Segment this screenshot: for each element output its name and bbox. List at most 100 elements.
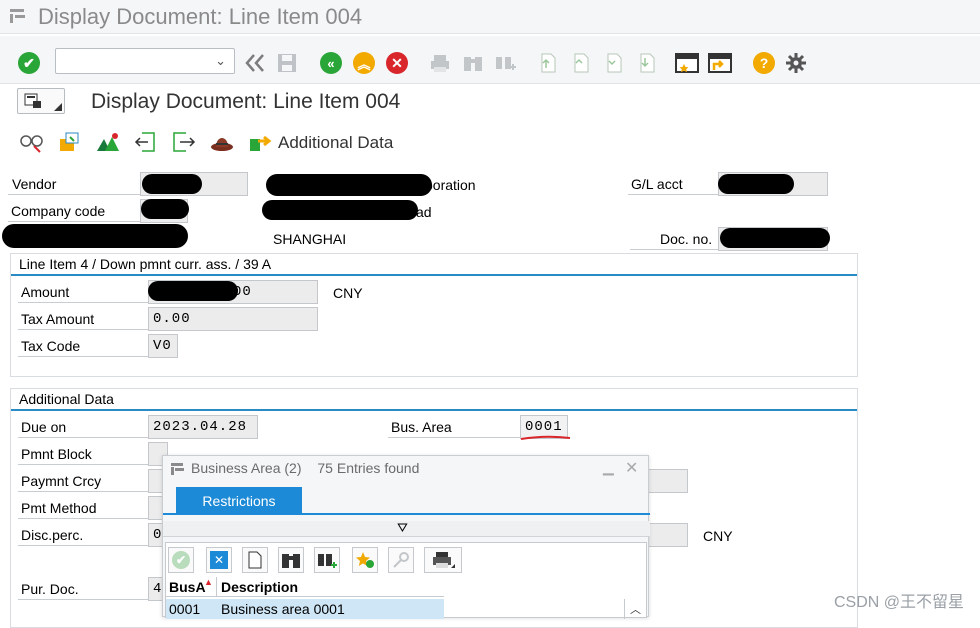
print-menu-button[interactable] — [424, 547, 462, 573]
pmt-method-label: Pmt Method — [18, 497, 148, 519]
last-page-icon[interactable] — [634, 50, 660, 76]
amount-label: Amount — [18, 281, 148, 303]
tab-underline — [163, 513, 650, 515]
checkmark-icon: ✔ — [172, 551, 190, 569]
business-area-popup: Business Area (2) 75 Entries found ▁ ✕ R… — [162, 455, 650, 619]
mountains-icon[interactable] — [96, 131, 120, 158]
bus-area-label: Bus. Area — [388, 416, 520, 438]
save-icon[interactable] — [274, 50, 300, 76]
popup-menu-icon[interactable] — [171, 462, 187, 480]
group-divider — [11, 274, 857, 276]
redaction — [141, 199, 189, 219]
screen-header: Display Document: Line Item 004 — [0, 84, 980, 124]
close-icon[interactable]: ✕ — [625, 458, 638, 478]
checkmark-icon: ✔ — [18, 52, 40, 74]
find-next-icon[interactable] — [492, 50, 518, 76]
collapse-arrow-icon[interactable]: ⛛ — [397, 520, 408, 536]
due-on-field: 2023.04.28 — [148, 415, 258, 439]
tax-amount-label: Tax Amount — [18, 308, 148, 330]
redaction — [148, 281, 238, 301]
scrollbar[interactable]: ︿ — [624, 599, 646, 619]
vendor-city: SHANGHAI — [273, 231, 347, 247]
generate-shortcut-icon[interactable] — [707, 50, 733, 76]
restrictions-collapse-bar[interactable]: ⛛ — [163, 520, 650, 537]
due-on-label: Due on — [18, 416, 148, 438]
column-divider — [216, 577, 217, 597]
menu-icon[interactable] — [10, 9, 28, 28]
redaction — [2, 224, 188, 248]
paymnt-crcy-label: Paymnt Crcy — [18, 470, 148, 492]
amount-currency: CNY — [333, 285, 363, 301]
find-icon[interactable] — [278, 547, 304, 573]
find-next-icon[interactable] — [314, 547, 340, 573]
redaction — [262, 200, 418, 220]
back-button[interactable]: « — [318, 50, 344, 76]
vendor-label: Vendor — [8, 173, 140, 195]
exit-button[interactable]: ︽ — [351, 50, 377, 76]
sort-ascending-icon: ▲ — [204, 577, 213, 587]
back-icon: « — [320, 52, 342, 74]
tax-code-label: Tax Code — [18, 335, 148, 357]
disc-currency: CNY — [703, 528, 733, 544]
tab-restrictions[interactable]: Restrictions — [176, 487, 302, 515]
pmnt-block-label: Pmnt Block — [18, 443, 148, 465]
chevron-down-icon[interactable]: ⌄ — [215, 53, 226, 69]
pur-doc-label: Pur. Doc. — [18, 578, 148, 600]
additional-data-group-title: Additional Data — [19, 391, 114, 407]
ok-button[interactable]: ✔ — [168, 547, 194, 573]
next-page-icon[interactable] — [601, 50, 627, 76]
hat-icon[interactable] — [210, 131, 234, 158]
column-header-description[interactable]: Description — [221, 579, 298, 595]
watermark: CSDN @王不留星 — [833, 594, 964, 611]
doc-no-label: Doc. no. — [630, 228, 720, 250]
cancel-button[interactable]: ✕ — [206, 547, 232, 573]
previous-item-icon[interactable] — [134, 131, 158, 158]
key-icon[interactable] — [388, 547, 414, 573]
page-title: Display Document: Line Item 004 — [91, 90, 401, 113]
gl-acct-label: G/L acct — [628, 173, 720, 195]
redaction — [266, 174, 432, 196]
cancel-button[interactable]: ✕ — [384, 50, 410, 76]
find-icon[interactable] — [460, 50, 486, 76]
row-code: 0001 — [169, 601, 201, 617]
collapse-command-icon[interactable] — [242, 50, 268, 76]
results-area: ✔ ✕ BusA ▲ Description 0001 Business are… — [165, 542, 647, 619]
scroll-up-icon[interactable]: ︿ — [630, 601, 641, 617]
minimize-icon[interactable]: ▁ — [603, 459, 614, 476]
group-divider — [11, 409, 857, 411]
enter-button[interactable]: ✔ — [16, 50, 42, 76]
new-document-icon[interactable] — [242, 547, 268, 573]
help-icon: ? — [753, 52, 775, 74]
redaction — [718, 174, 794, 194]
glasses-icon[interactable] — [20, 131, 44, 158]
vendor-name: poration — [425, 177, 476, 193]
previous-page-icon[interactable] — [568, 50, 594, 76]
popup-title-text: Business Area (2) — [191, 460, 302, 476]
additional-data-button[interactable]: Additional Data — [278, 133, 393, 153]
table-row[interactable]: 0001 Business area 0001 — [166, 599, 444, 619]
window-titlebar: Display Document: Line Item 004 — [0, 0, 980, 34]
next-item-icon[interactable] — [172, 131, 196, 158]
popup-entries-count: 75 Entries found — [317, 460, 420, 476]
vendor-address: ad — [416, 204, 432, 220]
first-page-icon[interactable] — [535, 50, 561, 76]
settings-gear-icon[interactable] — [783, 50, 809, 76]
print-icon[interactable] — [427, 50, 453, 76]
create-session-icon[interactable] — [674, 50, 700, 76]
command-field[interactable]: ⌄ — [55, 48, 235, 74]
row-description: Business area 0001 — [221, 601, 345, 617]
help-button[interactable]: ? — [751, 50, 777, 76]
line-item-group-title: Line Item 4 / Down pmnt curr. ass. / 39 … — [19, 256, 272, 272]
disc-perc-label: Disc.perc. — [18, 524, 148, 546]
favorite-add-icon[interactable] — [352, 547, 378, 573]
application-toolbar: Additional Data — [0, 124, 980, 160]
column-header-busa[interactable]: BusA — [169, 579, 206, 595]
additional-data-icon[interactable] — [248, 131, 272, 158]
company-code-label: Company code — [8, 200, 140, 222]
cancel-icon: ✕ — [386, 52, 408, 74]
document-overview-icon[interactable] — [58, 131, 82, 158]
redaction — [720, 228, 830, 248]
window-title: Display Document: Line Item 004 — [38, 4, 363, 29]
table-header: BusA ▲ Description — [166, 577, 444, 597]
menu-button[interactable] — [17, 88, 65, 114]
